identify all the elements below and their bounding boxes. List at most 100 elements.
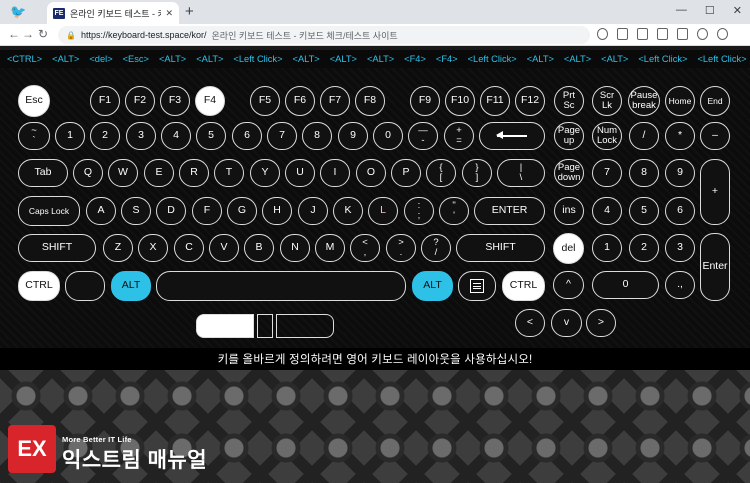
key-o[interactable]: O (356, 159, 386, 187)
key-delete[interactable]: del (553, 233, 584, 264)
key-tab[interactable]: Tab (18, 159, 68, 187)
key-numpad-1[interactable]: 1 (592, 234, 622, 262)
key-numpad-7[interactable]: 7 (592, 159, 622, 187)
key-f1[interactable]: F1 (90, 86, 120, 116)
key-numpad-divide[interactable]: / (629, 122, 659, 150)
key-i[interactable]: I (320, 159, 350, 187)
key-s[interactable]: S (121, 197, 151, 225)
key-f11[interactable]: F11 (480, 86, 510, 116)
key-minus[interactable]: — - (408, 122, 438, 150)
key-left-shift[interactable]: SHIFT (18, 234, 96, 262)
key-3[interactable]: 3 (126, 122, 156, 150)
reload-icon[interactable]: ↻ (38, 27, 48, 41)
key-esc[interactable]: Esc (18, 85, 50, 117)
key-semicolon[interactable]: :; (404, 197, 434, 225)
key-v[interactable]: V (209, 234, 239, 262)
browser-tab[interactable]: FE 온라인 키보드 테스트 - 키보드 ✕ (47, 2, 179, 24)
key-r[interactable]: R (179, 159, 209, 187)
key-right-alt[interactable]: ALT (412, 271, 453, 301)
key-f5[interactable]: F5 (250, 86, 280, 116)
key-2[interactable]: 2 (90, 122, 120, 150)
key-f9[interactable]: F9 (410, 86, 440, 116)
download-icon[interactable] (657, 28, 668, 40)
key-f4[interactable]: F4 (195, 86, 225, 116)
key-f[interactable]: F (192, 197, 222, 225)
key-arrow-up[interactable]: ^ (553, 271, 584, 299)
key-f12[interactable]: F12 (515, 86, 545, 116)
key-f10[interactable]: F10 (445, 86, 475, 116)
key-period[interactable]: >. (386, 234, 416, 262)
key-numpad-4[interactable]: 4 (592, 197, 622, 225)
extension-icon[interactable] (637, 28, 648, 40)
key-numpad-2[interactable]: 2 (629, 234, 659, 262)
key-t[interactable]: T (214, 159, 244, 187)
key-j[interactable]: J (298, 197, 328, 225)
sidebar-icon[interactable] (677, 28, 688, 40)
key-end[interactable]: End (700, 86, 730, 116)
key-numpad-0[interactable]: 0 (592, 271, 659, 299)
key-c[interactable]: C (174, 234, 204, 262)
key-arrow-down[interactable]: v (551, 309, 582, 337)
key-8[interactable]: 8 (302, 122, 332, 150)
key-right-ctrl[interactable]: CTRL (502, 271, 545, 301)
key-k[interactable]: K (333, 197, 363, 225)
key-0[interactable]: 0 (373, 122, 403, 150)
key-l[interactable]: L (368, 197, 398, 225)
key-numpad-enter[interactable]: Enter (700, 233, 730, 301)
key-d[interactable]: D (156, 197, 186, 225)
tab-close-icon[interactable]: ✕ (165, 8, 173, 19)
key-arrow-right[interactable]: > (586, 309, 616, 337)
key-u[interactable]: U (285, 159, 315, 187)
key-left-ctrl[interactable]: CTRL (18, 271, 60, 301)
forward-icon[interactable]: → (22, 27, 34, 41)
key-f7[interactable]: F7 (320, 86, 350, 116)
close-window-icon[interactable]: ✕ (733, 4, 742, 17)
key-pause[interactable]: Pause break (628, 86, 660, 116)
key-right-shift[interactable]: SHIFT (456, 234, 545, 262)
key-numpad-add[interactable]: + (700, 159, 730, 225)
key-f2[interactable]: F2 (125, 86, 155, 116)
key-6[interactable]: 6 (232, 122, 262, 150)
bookmark-icon[interactable] (617, 28, 628, 40)
key-numpad-6[interactable]: 6 (665, 197, 695, 225)
key-context-menu[interactable] (458, 271, 496, 301)
key-enter[interactable]: ENTER (474, 197, 545, 225)
key-tilde[interactable]: ~ ` (18, 122, 50, 150)
menu-icon[interactable] (717, 28, 728, 40)
key-space[interactable] (156, 271, 406, 301)
key-e[interactable]: E (144, 159, 174, 187)
key-y[interactable]: Y (250, 159, 280, 187)
key-home[interactable]: Home (665, 86, 695, 116)
key-num-lock[interactable]: Num Lock (592, 122, 622, 150)
key-right-brace[interactable]: }] (462, 159, 492, 187)
key-m[interactable]: M (315, 234, 345, 262)
key-left-brace[interactable]: {[ (426, 159, 456, 187)
minimize-icon[interactable]: — (676, 4, 687, 17)
key-9[interactable]: 9 (338, 122, 368, 150)
key-numpad-3[interactable]: 3 (665, 234, 695, 262)
key-numpad-multiply[interactable]: * (665, 122, 695, 150)
key-plus[interactable]: + = (444, 122, 474, 150)
key-b[interactable]: B (244, 234, 274, 262)
key-left-alt[interactable]: ALT (111, 271, 151, 301)
key-w[interactable]: W (108, 159, 138, 187)
key-numpad-8[interactable]: 8 (629, 159, 659, 187)
key-a[interactable]: A (86, 197, 116, 225)
key-h[interactable]: H (262, 197, 292, 225)
bird-icon[interactable]: 🐦 (10, 4, 28, 20)
key-numpad-5[interactable]: 5 (629, 197, 659, 225)
address-bar[interactable]: 🔒 https://keyboard-test.space/kor/ 온라인 키… (58, 26, 590, 44)
key-z[interactable]: Z (103, 234, 133, 262)
key-win[interactable] (65, 271, 105, 301)
key-f8[interactable]: F8 (355, 86, 385, 116)
key-4[interactable]: 4 (161, 122, 191, 150)
new-tab-button[interactable]: + (185, 4, 194, 20)
key-scrlk[interactable]: Scr Lk (592, 86, 622, 116)
key-backslash[interactable]: | \ (497, 159, 545, 187)
key-prtsc[interactable]: Prt Sc (554, 86, 584, 116)
key-slash[interactable]: ? / (421, 234, 451, 262)
key-caps-lock[interactable]: Caps Lock (18, 196, 80, 226)
key-x[interactable]: X (138, 234, 168, 262)
key-quote[interactable]: " ' (439, 197, 469, 225)
key-f6[interactable]: F6 (285, 86, 315, 116)
